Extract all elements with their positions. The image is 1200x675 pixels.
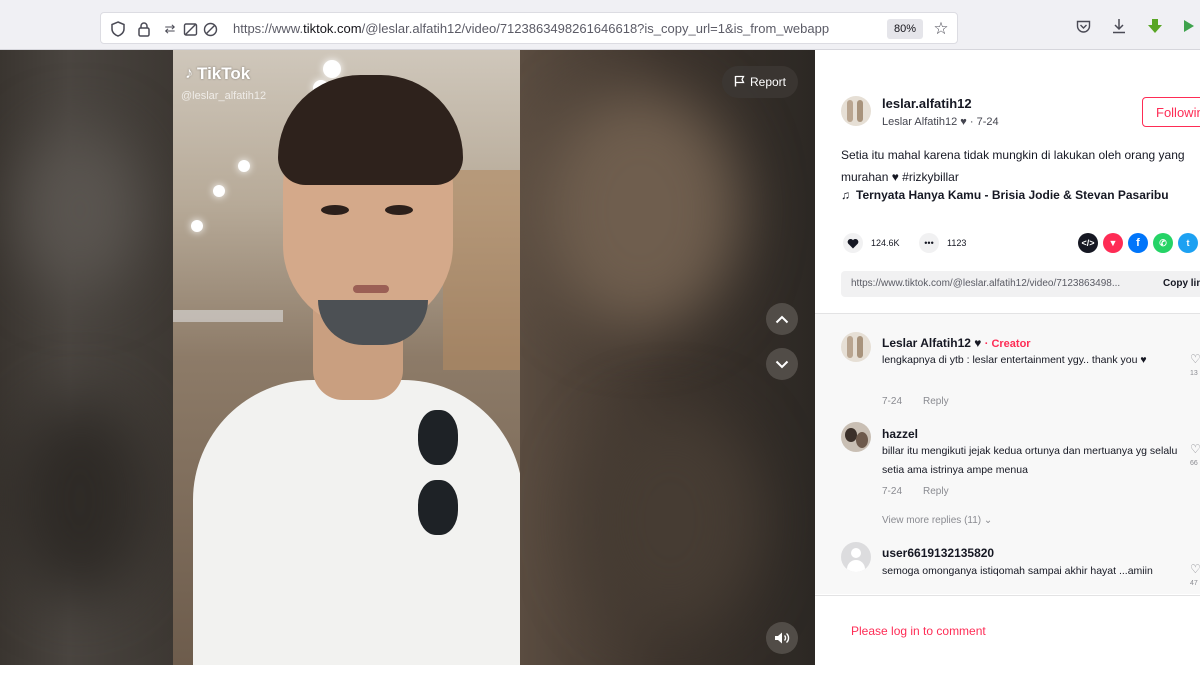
comments-list: Leslar Alfatih12 ♥ · Creator lengkapnya … <box>815 314 1200 594</box>
video-details-panel: leslar.alfatih12 Leslar Alfatih12 ♥ · 7-… <box>815 50 1200 675</box>
reply-button[interactable]: Reply <box>923 486 949 497</box>
post-date: · 7-24 <box>969 116 999 128</box>
like-button[interactable] <box>843 233 863 253</box>
caption-line-2[interactable]: murahan ♥ #rizkybillar <box>841 166 1200 188</box>
video-player[interactable]: ♪ TikTok @leslar_alfatih12 Report <box>0 50 815 665</box>
extension-download-icon[interactable] <box>1146 17 1164 35</box>
bookmark-star-icon[interactable]: ☆ <box>931 19 951 39</box>
extension-arrow-icon[interactable] <box>1180 17 1198 35</box>
speaker-icon <box>775 632 790 644</box>
author-avatar[interactable] <box>841 96 871 126</box>
comment-date: 7-24 <box>882 396 903 407</box>
share-link-box[interactable]: https://www.tiktok.com/@leslar.alfatih12… <box>841 271 1200 297</box>
flag-icon <box>734 75 745 90</box>
address-bar[interactable]: ⇄ https://www.tiktok.com/@leslar.alfatih… <box>100 12 958 44</box>
following-button[interactable]: Following <box>1142 97 1200 127</box>
comment-author[interactable]: user6619132135820 <box>882 546 994 560</box>
comment-avatar[interactable] <box>841 422 871 452</box>
comment-date: 7-24 <box>882 486 903 497</box>
creator-badge: · Creator <box>984 338 1031 350</box>
url-path: /@leslar.alfatih12/video/712386349826164… <box>361 21 830 36</box>
reply-button[interactable]: Reply <box>923 396 949 407</box>
comment-like-count: 47 <box>1190 580 1198 587</box>
permissions-icon[interactable]: ⇄ <box>161 20 179 38</box>
browser-toolbar: ⇄ https://www.tiktok.com/@leslar.alfatih… <box>0 0 1200 50</box>
browser-window: ⇄ https://www.tiktok.com/@leslar.alfatih… <box>0 0 1200 675</box>
comment-like-icon[interactable]: ♡ <box>1190 562 1200 576</box>
video-backdrop-left <box>0 50 173 665</box>
tiktok-logo: ♪ TikTok <box>185 64 250 84</box>
comment-dots-icon: ••• <box>924 238 934 248</box>
lock-icon[interactable] <box>135 20 153 38</box>
tiktok-logo-text: TikTok <box>197 64 251 83</box>
comment-author[interactable]: Leslar Alfatih12 ♥ · Creator <box>882 336 1031 350</box>
person-shirt <box>193 380 520 665</box>
facebook-share-button[interactable]: f <box>1128 233 1148 253</box>
music-link[interactable]: ♫ Ternyata Hanya Kamu - Brisia Jodie & St… <box>841 188 1169 202</box>
mute-button[interactable] <box>766 622 798 654</box>
like-count: 124.6K <box>871 238 900 248</box>
share-link-text[interactable]: https://www.tiktok.com/@leslar.alfatih12… <box>851 278 1151 289</box>
comment-avatar[interactable] <box>841 332 871 362</box>
zoom-level-button[interactable]: 80% <box>887 19 923 39</box>
comment-count: 1123 <box>947 238 967 248</box>
heart-icon <box>847 238 859 248</box>
comment-like-icon[interactable]: ♡ <box>1190 442 1200 456</box>
next-video-button[interactable] <box>766 348 798 380</box>
chevron-down-icon <box>775 360 789 368</box>
view-more-replies-button[interactable]: View more replies (11) ⌄ <box>882 515 992 526</box>
comment-like-count: 13 <box>1190 370 1198 377</box>
comment-text: semoga omonganya istiqomah sampai akhir … <box>882 565 1153 577</box>
music-title: Ternyata Hanya Kamu - Brisia Jodie & Ste… <box>856 188 1169 202</box>
previous-video-button[interactable] <box>766 303 798 335</box>
sunglasses <box>413 410 463 540</box>
url-text[interactable]: https://www.tiktok.com/@leslar.alfatih12… <box>233 21 883 36</box>
pocket-icon[interactable] <box>1074 18 1092 36</box>
downloads-icon[interactable] <box>1110 17 1128 35</box>
comment-button[interactable]: ••• <box>919 233 939 253</box>
friends-share-button[interactable]: ▼ <box>1103 233 1123 253</box>
watermark-username: @leslar_alfatih12 <box>181 90 267 102</box>
author-display-name: Leslar Alfatih12 ♥ <box>882 116 967 128</box>
report-button[interactable]: Report <box>722 66 798 98</box>
video-frame[interactable]: ♪ TikTok @leslar_alfatih12 <box>173 50 520 665</box>
video-caption: Setia itu mahal karena tidak mungkin di … <box>841 144 1200 188</box>
comment-like-count: 66 <box>1190 460 1198 467</box>
embed-share-button[interactable]: </> <box>1078 233 1098 253</box>
comment-avatar[interactable] <box>841 542 871 572</box>
author-subtitle: Leslar Alfatih12 ♥ · 7-24 <box>882 116 999 128</box>
whatsapp-share-button[interactable]: ✆ <box>1153 233 1173 253</box>
music-note-icon: ♪ <box>185 65 193 82</box>
autoplay-blocked-icon[interactable] <box>201 20 219 38</box>
login-to-comment-link[interactable]: Please log in to comment <box>851 624 986 638</box>
comment-author-name: Leslar Alfatih12 ♥ <box>882 336 982 350</box>
url-domain: tiktok.com <box>303 21 362 36</box>
report-label: Report <box>749 75 787 89</box>
comment-like-icon[interactable]: ♡ <box>1190 352 1200 366</box>
comment-author[interactable]: hazzel <box>882 427 918 441</box>
copy-link-button[interactable]: Copy link <box>1163 278 1200 289</box>
shield-icon[interactable] <box>109 20 127 38</box>
comment-text: lengkapnya di ytb : leslar entertainment… <box>882 354 1147 366</box>
music-note-icon: ♫ <box>841 188 850 202</box>
comment-input-divider <box>815 595 1200 596</box>
twitter-share-button[interactable]: t <box>1178 233 1198 253</box>
caption-line-1: Setia itu mahal karena tidak mungkin di … <box>841 148 1185 162</box>
chevron-up-icon <box>775 315 789 323</box>
notifications-blocked-icon[interactable] <box>181 20 199 38</box>
comment-text: billar itu mengikuti jejak kedua ortunya… <box>882 445 1178 476</box>
author-username[interactable]: leslar.alfatih12 <box>882 96 972 111</box>
url-prefix: https://www. <box>233 21 304 36</box>
